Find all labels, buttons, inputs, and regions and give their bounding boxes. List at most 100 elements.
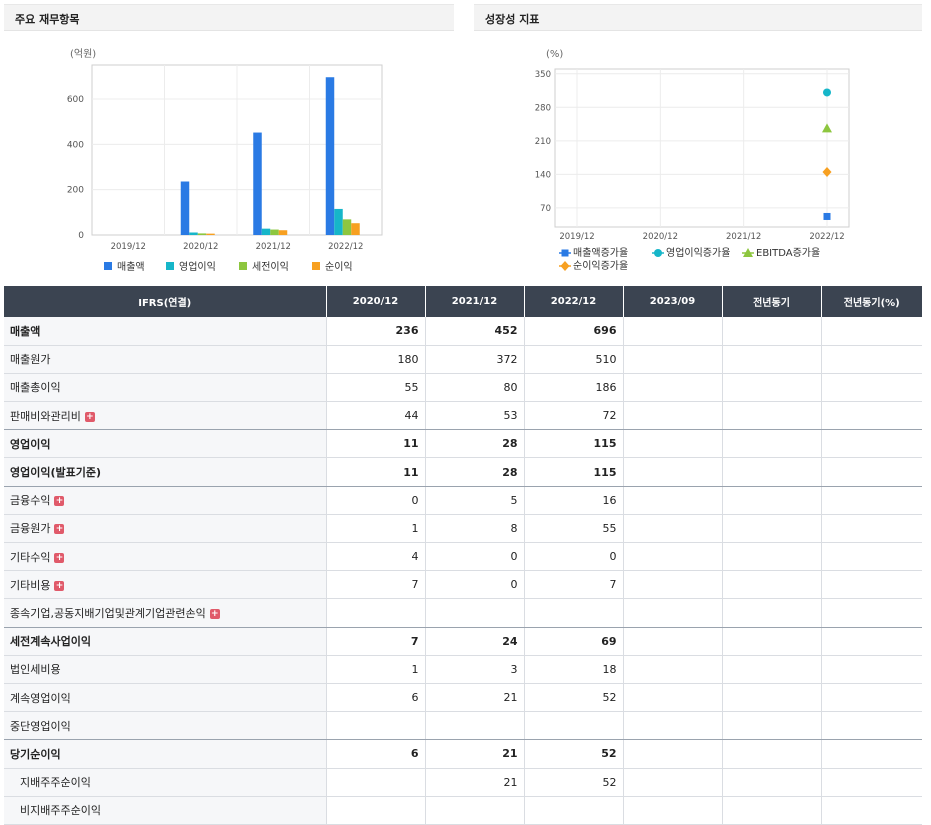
value-cell: 69	[524, 627, 624, 656]
row-label: 매출원가	[10, 353, 51, 367]
point-영업이익증가율	[823, 88, 831, 97]
y-tick-label: 350	[535, 70, 551, 80]
value-cell: 7	[326, 570, 426, 600]
value-cell	[623, 655, 723, 684]
row-label-cell: 매출액	[4, 317, 327, 346]
value-cell	[623, 401, 723, 431]
value-cell: 55	[326, 373, 426, 403]
value-cell	[326, 711, 426, 741]
expand-plus-icon[interactable]: +	[209, 608, 220, 619]
expand-plus-icon[interactable]: +	[54, 496, 65, 507]
value-cell	[722, 429, 822, 459]
value-cell: 6	[326, 683, 426, 713]
expand-plus-icon[interactable]: +	[84, 411, 95, 422]
value-cell	[821, 542, 922, 572]
table-row: 중단영업이익	[4, 711, 922, 741]
legend-swatch	[239, 262, 247, 270]
x-tick-label: 2020/12	[183, 242, 218, 252]
row-label-cell: 매출원가	[4, 345, 327, 374]
value-cell: 21	[425, 739, 525, 769]
bar-순이익	[206, 233, 215, 235]
value-cell: 8	[425, 514, 525, 544]
growth-indicators-title: 성장성 지표	[474, 5, 922, 31]
value-cell	[821, 373, 922, 403]
value-cell: 372	[425, 345, 525, 374]
table-row: 지배주주순이익 21 52	[4, 768, 922, 797]
value-cell	[821, 317, 922, 346]
expand-plus-icon[interactable]: +	[54, 580, 65, 591]
header-period: 2022/12	[524, 286, 624, 317]
value-cell	[722, 796, 822, 825]
value-cell: 7	[524, 570, 624, 600]
value-cell	[326, 768, 426, 797]
expand-plus-icon[interactable]: +	[54, 524, 65, 535]
value-cell	[623, 768, 723, 797]
value-cell	[821, 486, 922, 515]
row-label: 종속기업,공동지배기업및관계기업관련손익	[10, 606, 206, 620]
row-label-cell: 중단영업이익	[4, 711, 327, 741]
bar-매출액	[325, 77, 335, 235]
x-tick-label: 2022/12	[328, 242, 363, 252]
value-cell: 0	[425, 570, 525, 600]
row-label-cell: 판매비와관리비 +	[4, 401, 327, 431]
value-cell	[326, 598, 426, 628]
value-cell	[623, 739, 723, 769]
table-body: 매출액 236 452 696 매출원가 180 372 510 매출총이익 55 80 186 판매비…	[4, 317, 922, 825]
table-row: 당기순이익 6 21 52	[4, 739, 922, 769]
value-cell: 72	[524, 401, 624, 431]
header-period: 2020/12	[326, 286, 426, 317]
value-cell	[623, 598, 723, 628]
value-cell: 80	[425, 373, 525, 403]
growth-indicators-scatter-chart: (%) 70 140 210 280 350 2019/12 2020/12 2021/12 20…	[535, 49, 850, 272]
legend-label: 순이익증가율	[573, 260, 628, 272]
value-cell: 115	[524, 457, 624, 487]
table-row: 기타비용 +7 0 7	[4, 570, 922, 600]
financial-items-title: 주요 재무항목	[4, 5, 454, 31]
bar-순이익	[278, 230, 288, 235]
value-cell	[722, 570, 822, 600]
value-cell	[722, 345, 822, 374]
value-cell	[623, 683, 723, 713]
y-tick-label: 600	[67, 95, 84, 105]
expand-plus-icon[interactable]: +	[54, 552, 65, 563]
value-cell: 186	[524, 373, 624, 403]
value-cell: 5	[425, 486, 525, 515]
row-label-cell: 비지배주주순이익	[4, 796, 327, 825]
value-cell: 180	[326, 345, 426, 374]
y-unit-label: (%)	[546, 49, 563, 60]
table-row: 매출원가 180 372 510	[4, 345, 922, 374]
value-cell	[722, 768, 822, 797]
value-cell: 452	[425, 317, 525, 346]
value-cell: 3	[425, 655, 525, 684]
value-cell	[722, 317, 822, 346]
value-cell	[821, 570, 922, 600]
legend-swatch	[312, 262, 320, 270]
value-cell	[722, 373, 822, 403]
value-cell: 21	[425, 768, 525, 797]
x-tick-label: 2021/12	[726, 232, 761, 242]
row-label: 세전계속사업이익	[10, 635, 91, 649]
row-label: 기타비용	[10, 578, 51, 592]
legend-label: EBITDA증가율	[756, 247, 820, 259]
value-cell	[722, 401, 822, 431]
value-cell: 0	[425, 542, 525, 572]
value-cell: 18	[524, 655, 624, 684]
row-label-cell: 지배주주순이익	[4, 768, 327, 797]
value-cell: 510	[524, 345, 624, 374]
value-cell	[722, 457, 822, 487]
value-cell: 1	[326, 655, 426, 684]
value-cell: 11	[326, 457, 426, 487]
value-cell: 115	[524, 429, 624, 459]
row-label: 비지배주주순이익	[20, 804, 101, 818]
legend-swatch	[166, 262, 174, 270]
table-row: 세전계속사업이익 7 24 69	[4, 627, 922, 656]
x-tick-label: 2022/12	[809, 232, 844, 242]
value-cell: 11	[326, 429, 426, 459]
table-row: 종속기업,공동지배기업및관계기업관련손익 +	[4, 598, 922, 628]
value-cell	[425, 598, 525, 628]
row-label: 계속영업이익	[10, 691, 71, 705]
value-cell	[623, 570, 723, 600]
table-row: 비지배주주순이익	[4, 796, 922, 825]
value-cell: 55	[524, 514, 624, 544]
value-cell	[821, 514, 922, 544]
